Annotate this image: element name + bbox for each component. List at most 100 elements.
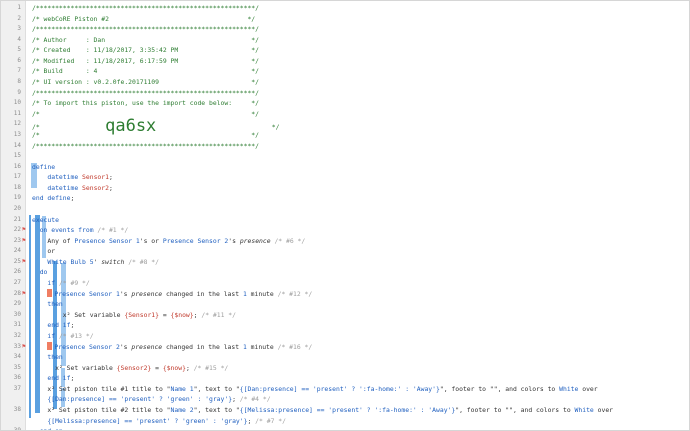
variable-name[interactable]: {$now} bbox=[171, 311, 194, 319]
line-number: 5 bbox=[17, 46, 21, 54]
code-text: do bbox=[40, 267, 48, 278]
line-number: 30 bbox=[13, 310, 21, 318]
device-name[interactable]: Presence Sensor 1 bbox=[54, 290, 119, 298]
device-name[interactable]: Presence Sensor 1 bbox=[74, 237, 139, 245]
code-line[interactable]: 1 /**************************************… bbox=[1, 3, 689, 14]
code-line[interactable]: 23 ⚑ Any of Presence Sensor 1's or Presenc… bbox=[1, 236, 689, 247]
variable-name[interactable]: {Sensor2} bbox=[117, 364, 152, 372]
code-text: /* To import this piston, use the import… bbox=[32, 98, 259, 109]
code-token: /* #11 */ bbox=[197, 310, 236, 319]
code-line[interactable]: 9 /**************************************… bbox=[1, 88, 689, 99]
code-token: Name 1 bbox=[170, 384, 194, 393]
code-text: Presence Sensor 2's presence changed in … bbox=[47, 341, 312, 353]
code-line[interactable]: 16 define bbox=[1, 162, 689, 173]
variable-name[interactable]: {Sensor1} bbox=[124, 311, 159, 319]
keyword: end if bbox=[47, 374, 71, 383]
code-token: {[Dan:presence] == 'present' ? ':fa-home… bbox=[239, 384, 440, 393]
line-number: 16 bbox=[13, 162, 21, 170]
code-line[interactable]: 26 do bbox=[1, 267, 689, 278]
code-line[interactable]: 39 end on; bbox=[1, 426, 689, 431]
code-token: Name 2 bbox=[170, 405, 194, 414]
keyword: if bbox=[47, 331, 59, 340]
code-line[interactable]: 2 /* webCoRE Piston #2 */ bbox=[1, 14, 689, 25]
code-line[interactable]: 21 execute bbox=[1, 215, 689, 226]
code-text: /***************************************… bbox=[32, 88, 259, 99]
lock-icon[interactable]: ⚑ bbox=[22, 289, 30, 300]
code-text: execute bbox=[32, 215, 59, 226]
lock-icon[interactable]: ⚑ bbox=[22, 342, 30, 353]
code-token: 's bbox=[119, 289, 132, 298]
keyword: end if bbox=[47, 321, 71, 330]
code-line[interactable]: 6 /* Modified : 11/18/2017, 6:17:59 PM */ bbox=[1, 56, 689, 67]
code-line[interactable]: 29 then bbox=[1, 299, 689, 310]
code-text: end if; bbox=[47, 373, 74, 384]
code-line[interactable]: 33 ⚑ Presence Sensor 2's presence changed … bbox=[1, 341, 689, 353]
code-lines: 1 /**************************************… bbox=[1, 3, 689, 431]
lock-icon[interactable]: ⚑ bbox=[22, 236, 30, 247]
code-token: or bbox=[47, 247, 56, 256]
code-line[interactable]: 10 /* To import this piston, use the impo… bbox=[1, 98, 689, 109]
code-token: presence bbox=[239, 236, 271, 245]
line-number: 2 bbox=[17, 14, 21, 22]
code-token: /***************************************… bbox=[32, 88, 260, 97]
code-line[interactable]: 4 /* Author : Dan */ bbox=[1, 35, 689, 46]
code-line[interactable]: 13 /* */ bbox=[1, 130, 689, 141]
keyword: datetime bbox=[47, 173, 83, 182]
variable-name[interactable]: Sensor1 bbox=[82, 173, 109, 181]
code-line[interactable]: 38 x² Set piston tile #2 title to "Name 2… bbox=[1, 405, 689, 416]
code-line[interactable]: 32 if /* #13 */ bbox=[1, 331, 689, 342]
code-token: /* webCoRE Piston #2 */ bbox=[32, 14, 256, 23]
code-line[interactable]: 20 bbox=[1, 204, 689, 215]
code-line[interactable]: 14 /*************************************… bbox=[1, 141, 689, 152]
code-token: ", text to " bbox=[193, 405, 240, 414]
code-line[interactable]: 5 /* Created : 11/18/2017, 3:35:42 PM */ bbox=[1, 45, 689, 56]
code-line[interactable]: 36 end if; bbox=[1, 373, 689, 384]
code-line[interactable]: 22 ⚑ on events from /* #1 */ bbox=[1, 225, 689, 236]
code-token: ; bbox=[108, 183, 113, 192]
code-token: /* */ bbox=[32, 130, 260, 139]
code-text: Any of Presence Sensor 1's or Presence S… bbox=[47, 236, 305, 247]
line-number: 18 bbox=[13, 183, 21, 191]
device-name[interactable]: Presence Sensor 2 bbox=[54, 343, 119, 351]
code-text: /***************************************… bbox=[32, 3, 259, 14]
code-line[interactable]: 28 ⚑ Presence Sensor 1's presence changed … bbox=[1, 288, 689, 300]
code-line[interactable]: 27 if /* #9 */ bbox=[1, 278, 689, 289]
code-token: /* #9 */ bbox=[58, 279, 90, 288]
line-number: 28 bbox=[13, 289, 21, 297]
code-token: /***************************************… bbox=[32, 141, 260, 150]
code-text: Presence Sensor 1's presence changed in … bbox=[47, 288, 312, 300]
code-token: ; bbox=[70, 194, 75, 203]
code-line[interactable]: 37 x² Set piston tile #1 title to "Name 1… bbox=[1, 384, 689, 395]
code-line[interactable]: 8 /* UI version : v0.2.0fe.20171109 */ bbox=[1, 77, 689, 88]
code-line[interactable]: 3 /**************************************… bbox=[1, 24, 689, 35]
code-line[interactable]: 15 bbox=[1, 151, 689, 162]
code-token: 's bbox=[228, 236, 240, 245]
code-line[interactable]: 12/* qa6sx */ bbox=[1, 118, 689, 135]
code-token: ; bbox=[70, 321, 75, 330]
code-line[interactable]: 25 ⚑ White Bulb 5' switch /* #8 */ bbox=[1, 257, 689, 268]
code-line[interactable]: 19 end define; bbox=[1, 193, 689, 204]
variable-name[interactable]: Sensor2 bbox=[82, 184, 109, 192]
device-name[interactable]: Presence Sensor 2 bbox=[163, 237, 228, 245]
code-token: /***************************************… bbox=[32, 4, 260, 12]
code-line[interactable]: 7 /* Build : 4 */ bbox=[1, 66, 689, 77]
variable-name[interactable]: {$now} bbox=[163, 364, 186, 372]
code-line[interactable]: 34 then bbox=[1, 352, 689, 363]
code-text: /* Build : 4 */ bbox=[32, 66, 259, 77]
code-line[interactable]: {[Dan:presence] == 'present' ? 'green' :… bbox=[1, 394, 689, 405]
code-text: x² Set variable {Sensor1} = {$now}; /* #… bbox=[63, 310, 236, 321]
line-number: 24 bbox=[13, 247, 21, 255]
code-line[interactable]: 18 datetime Sensor2; bbox=[1, 183, 689, 194]
device-name[interactable]: White Bulb 5 bbox=[47, 258, 93, 266]
code-line[interactable]: 24 or bbox=[1, 246, 689, 257]
code-line[interactable]: 17 datetime Sensor1; bbox=[1, 172, 689, 183]
lock-icon[interactable]: ⚑ bbox=[22, 225, 30, 236]
code-token: /* Build : 4 */ bbox=[32, 67, 260, 76]
code-line[interactable]: 35 x² Set variable {Sensor2} = {$now}; /*… bbox=[1, 363, 689, 374]
code-line[interactable]: 31 end if; bbox=[1, 320, 689, 331]
code-line[interactable]: 30 x² Set variable {Sensor1} = {$now}; /*… bbox=[1, 310, 689, 321]
line-number: 15 bbox=[13, 152, 21, 160]
lock-icon[interactable]: ⚑ bbox=[22, 257, 30, 268]
line-number: 39 bbox=[13, 427, 21, 431]
code-line[interactable]: {[Melissa:presence] == 'present' ? 'gree… bbox=[1, 416, 689, 427]
